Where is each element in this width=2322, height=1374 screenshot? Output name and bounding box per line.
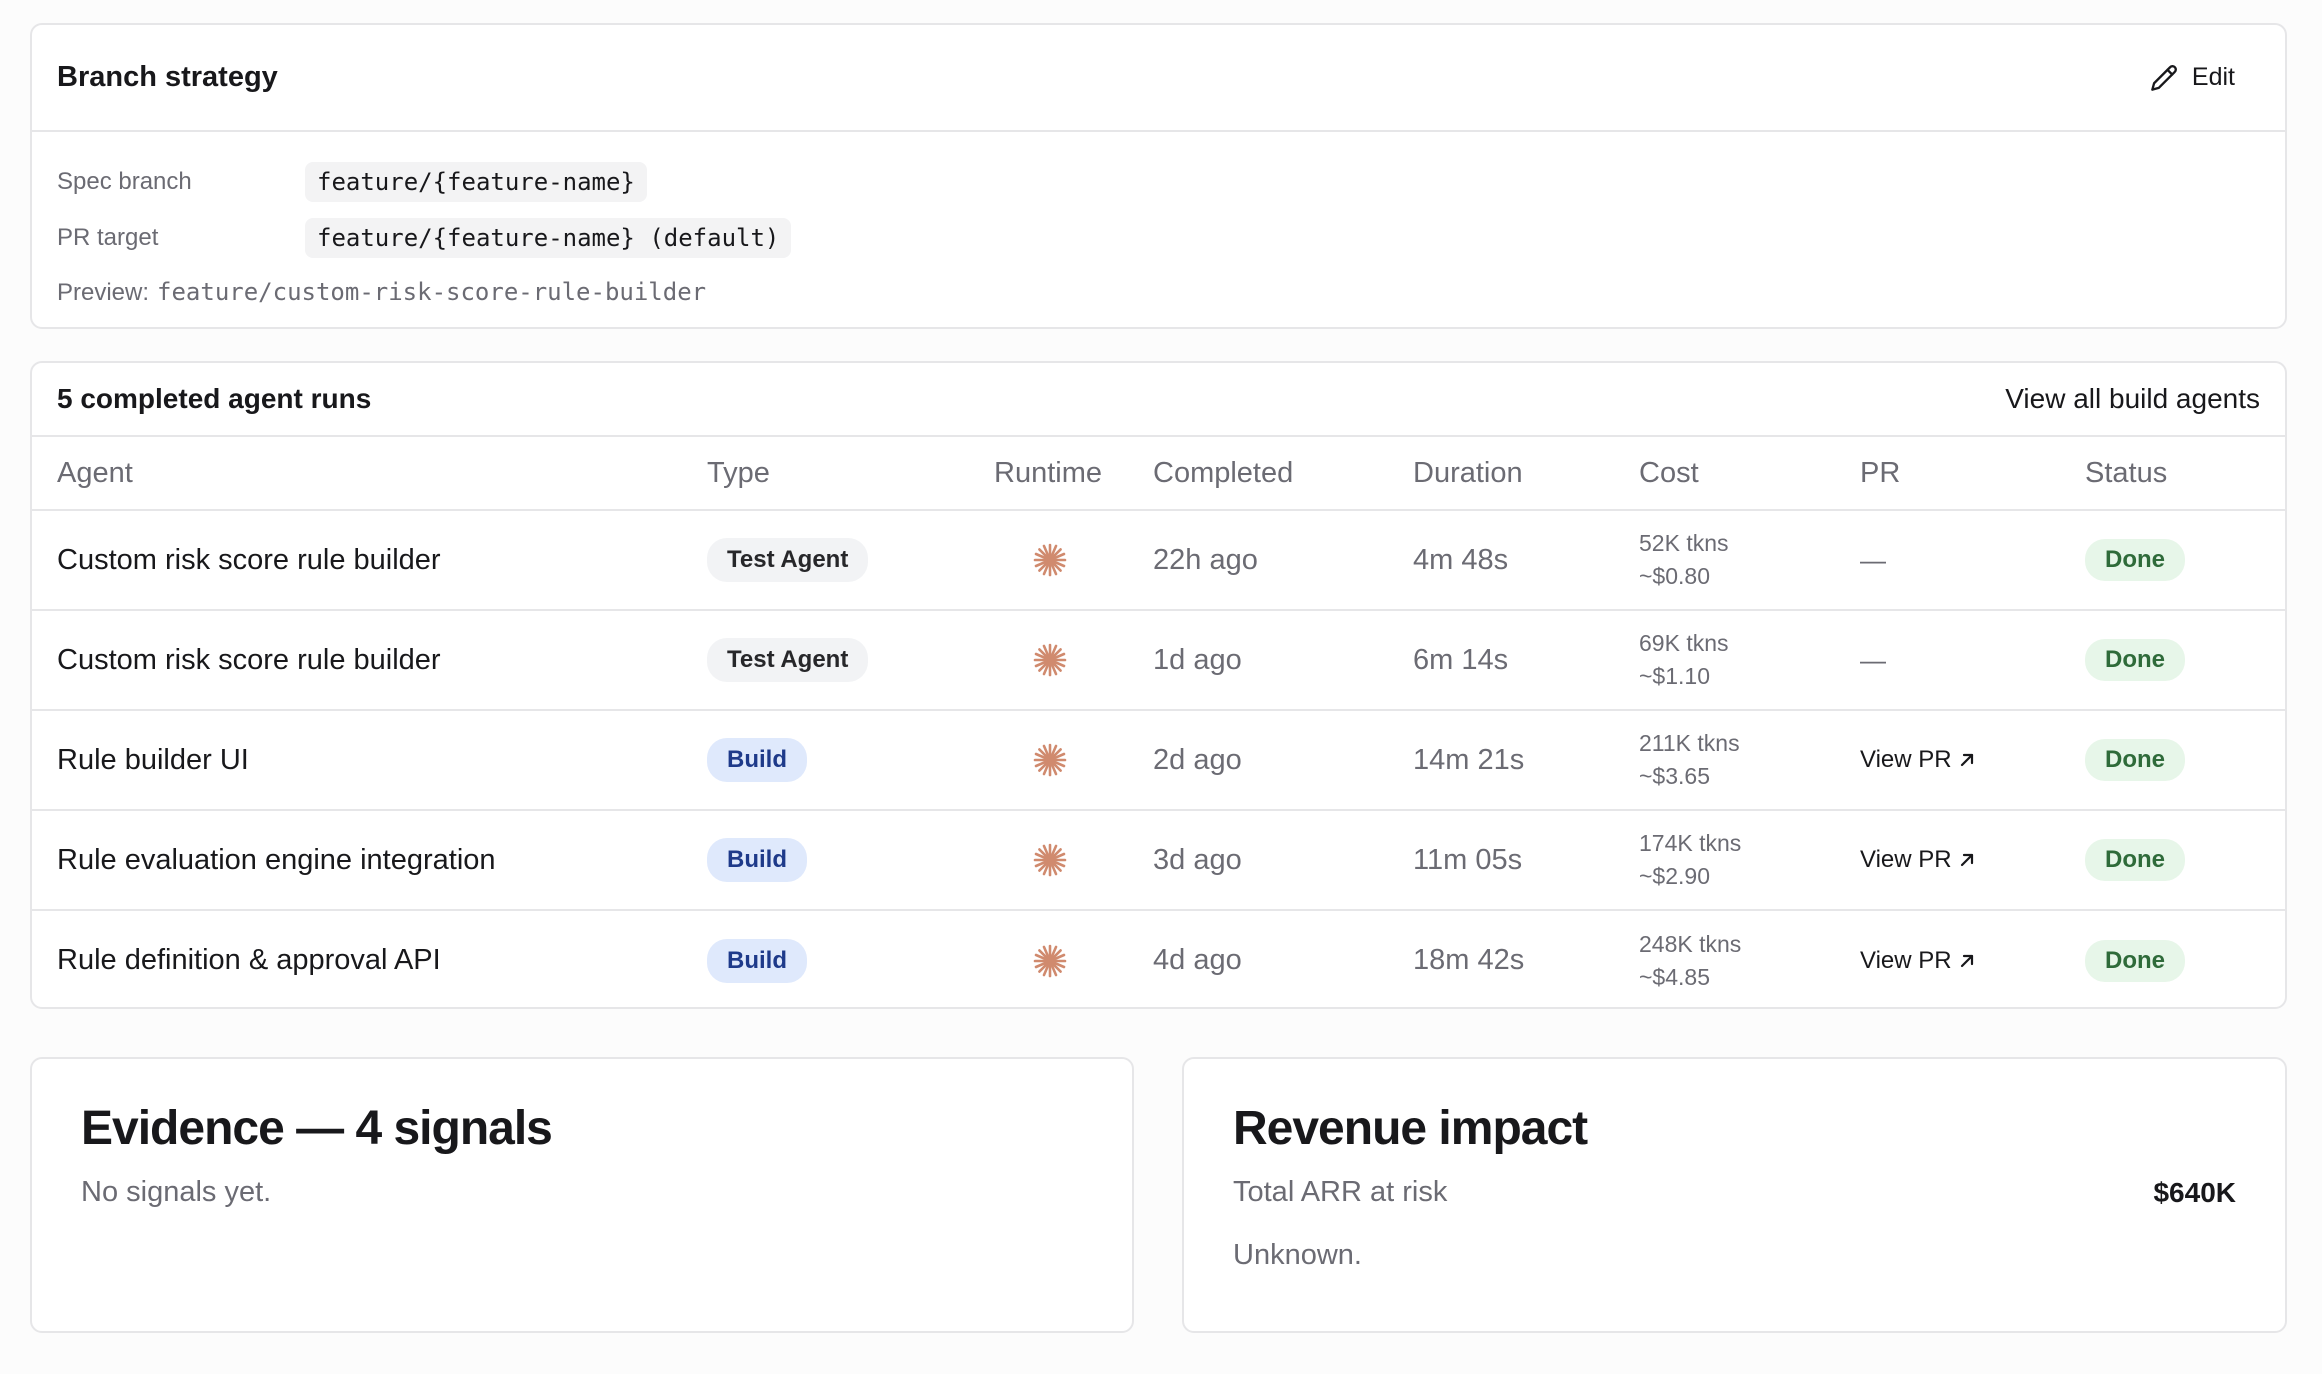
external-arrow-icon (1960, 853, 1973, 867)
external-arrow-icon (1960, 954, 1973, 967)
agent-name[interactable]: Rule builder UI (57, 744, 249, 776)
column-header-cost[interactable]: Cost (1639, 437, 1860, 511)
completed-time: 3d ago (1153, 843, 1242, 876)
arr-at-risk-value: $640K (2153, 1176, 2236, 1208)
agent-runs-card: 5 completed agent runs View all build ag… (30, 361, 2287, 1009)
token-count: 174K tkns (1639, 830, 1742, 856)
agent-name[interactable]: Rule definition & approval API (57, 944, 441, 976)
type-badge: Test Agent (707, 538, 869, 582)
duration: 4m 48s (1413, 543, 1509, 576)
token-count: 211K tkns (1639, 730, 1740, 756)
view-pr-link[interactable]: View PR (1860, 846, 1976, 874)
status-badge: Done (2085, 639, 2185, 681)
pr-target-label: PR target (57, 224, 159, 251)
revenue-impact-title: Revenue impact (1233, 1102, 1588, 1155)
arr-at-risk-row: Total ARR at risk $640K (1233, 1176, 2236, 1209)
completed-time: 2d ago (1153, 743, 1242, 776)
pr-target-row: PR target feature/{feature-name} (defaul… (57, 210, 2260, 266)
view-pr-label: View PR (1860, 946, 1952, 974)
spec-branch-row: Spec branch feature/{feature-name} (57, 154, 2260, 210)
cost-estimate: ~$1.10 (1639, 663, 1710, 689)
revenue-note: Unknown. (1233, 1239, 1362, 1271)
claude-asterisk-icon (1033, 543, 1067, 577)
branch-strategy-card: Branch strategy Edit Spec branch feature… (30, 23, 2287, 329)
view-all-build-agents-link[interactable]: View all build agents (2005, 383, 2260, 415)
revenue-impact-card: Revenue impact Total ARR at risk $640K U… (1182, 1057, 2287, 1333)
edit-button[interactable]: Edit (2124, 53, 2261, 102)
table-header-row: Agent Type Runtime Completed Duration Co… (32, 437, 2285, 511)
agent-name[interactable]: Rule evaluation engine integration (57, 844, 496, 876)
table-row[interactable]: Rule evaluation engine integration Build… (32, 810, 2285, 911)
branch-strategy-title: Branch strategy (57, 61, 278, 93)
cost-estimate: ~$4.85 (1639, 963, 1710, 990)
agent-name[interactable]: Custom risk score rule builder (57, 644, 441, 676)
column-header-duration[interactable]: Duration (1413, 437, 1639, 511)
table-row[interactable]: Rule builder UI Build 2d ago 14m 21s 211… (32, 710, 2285, 811)
agent-runs-header: 5 completed agent runs View all build ag… (32, 363, 2285, 437)
external-arrow-icon (1960, 753, 1973, 767)
evidence-empty-text: No signals yet. (81, 1176, 272, 1208)
duration: 18m 42s (1413, 944, 1525, 976)
table-row[interactable]: Custom risk score rule builder Test Agen… (32, 610, 2285, 711)
view-pr-label: View PR (1860, 846, 1952, 873)
type-badge: Build (707, 738, 807, 782)
duration: 14m 21s (1413, 743, 1525, 776)
preview-label: Preview: (57, 279, 150, 306)
claude-asterisk-icon (1033, 743, 1067, 777)
table-row[interactable]: Rule definition & approval API Build 4d … (32, 910, 2285, 1007)
completed-time: 4d ago (1153, 944, 1242, 976)
cost-estimate: ~$3.65 (1639, 763, 1710, 789)
status-badge: Done (2085, 939, 2185, 982)
claude-asterisk-icon (1033, 843, 1067, 877)
cost-estimate: ~$0.80 (1639, 563, 1710, 589)
column-header-runtime[interactable]: Runtime (994, 437, 1153, 511)
spec-branch-label: Spec branch (57, 168, 192, 195)
edit-button-label: Edit (2191, 63, 2235, 91)
token-count: 248K tkns (1639, 930, 1742, 957)
claude-asterisk-icon (1033, 643, 1067, 677)
view-pr-link[interactable]: View PR (1860, 746, 1976, 774)
column-header-type[interactable]: Type (707, 437, 994, 511)
column-header-agent[interactable]: Agent (32, 437, 707, 511)
status-badge: Done (2085, 839, 2185, 881)
token-count: 52K tkns (1639, 530, 1729, 556)
view-pr-label: View PR (1860, 746, 1952, 773)
token-count: 69K tkns (1639, 630, 1729, 656)
duration: 6m 14s (1413, 643, 1509, 676)
agent-runs-table: Agent Type Runtime Completed Duration Co… (32, 437, 2285, 1007)
pr-empty: — (1860, 644, 1886, 675)
status-badge: Done (2085, 539, 2185, 581)
pr-target-value: feature/{feature-name} (default) (305, 218, 792, 258)
pencil-icon (2151, 64, 2177, 91)
arr-at-risk-label: Total ARR at risk (1233, 1176, 1448, 1208)
column-header-pr[interactable]: PR (1860, 437, 2085, 511)
completed-time: 1d ago (1153, 643, 1242, 676)
duration: 11m 05s (1413, 843, 1523, 876)
type-badge: Build (707, 938, 807, 983)
type-badge: Build (707, 838, 807, 882)
type-badge: Test Agent (707, 638, 869, 682)
spec-branch-value: feature/{feature-name} (305, 162, 647, 202)
branch-strategy-header: Branch strategy Edit (32, 25, 2285, 132)
pr-empty: — (1860, 544, 1886, 575)
view-pr-link[interactable]: View PR (1860, 947, 1976, 975)
column-header-status[interactable]: Status (2085, 437, 2285, 511)
agent-runs-title: 5 completed agent runs (57, 383, 372, 414)
claude-asterisk-icon (1033, 944, 1067, 977)
completed-time: 22h ago (1153, 543, 1258, 576)
preview-value: feature/custom-risk-score-rule-builder (157, 278, 707, 306)
evidence-card: Evidence — 4 signals No signals yet. (30, 1057, 1134, 1333)
column-header-completed[interactable]: Completed (1153, 437, 1413, 511)
evidence-title: Evidence — 4 signals (81, 1102, 553, 1155)
status-badge: Done (2085, 739, 2185, 781)
table-row[interactable]: Custom risk score rule builder Test Agen… (32, 510, 2285, 611)
branch-preview: Preview: feature/custom-risk-score-rule-… (57, 278, 2260, 307)
agent-name[interactable]: Custom risk score rule builder (57, 544, 441, 576)
cost-estimate: ~$2.90 (1639, 863, 1710, 889)
